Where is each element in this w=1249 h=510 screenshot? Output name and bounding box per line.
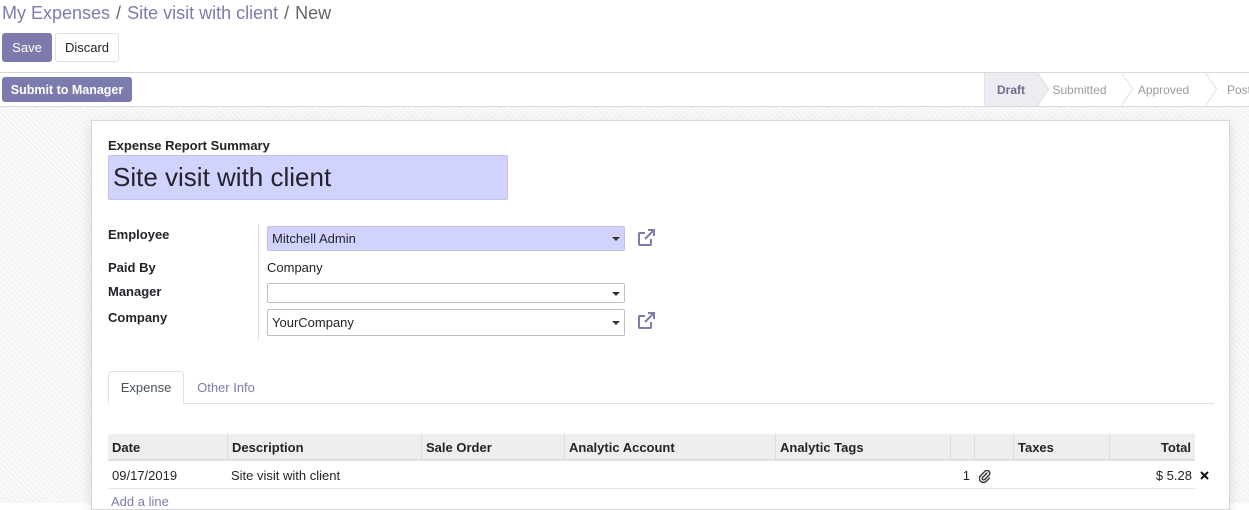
form-statusbar: Submit to Manager Draft Submitted Approv… — [0, 73, 1249, 107]
column-header-taxes[interactable]: Taxes — [1013, 434, 1109, 461]
add-a-line-link[interactable]: Add a line — [111, 494, 169, 509]
expense-table-header: Date Description Sale Order Analytic Acc… — [108, 434, 1195, 461]
breadcrumb-my-expenses[interactable]: My Expenses — [2, 3, 110, 23]
company-select[interactable]: YourCompany — [267, 309, 625, 336]
breadcrumb-separator: / — [284, 3, 290, 23]
breadcrumb: My Expenses / Site visit with client / New — [2, 3, 331, 23]
column-header-sale-order[interactable]: Sale Order — [421, 434, 564, 461]
caret-down-icon — [612, 321, 620, 325]
caret-down-icon — [612, 237, 620, 241]
status-step-submitted[interactable]: Submitted — [1037, 73, 1133, 106]
external-link-icon[interactable] — [636, 228, 656, 248]
close-icon[interactable] — [1200, 471, 1209, 480]
breadcrumb-report[interactable]: Site visit with client — [127, 3, 278, 23]
employee-value: Mitchell Admin — [272, 231, 356, 246]
company-value: YourCompany — [272, 315, 354, 330]
column-header-quantity[interactable] — [950, 434, 974, 461]
save-button[interactable]: Save — [2, 33, 52, 62]
status-step-label: Submitted — [1052, 82, 1107, 97]
table-row[interactable]: 09/17/2019 Site visit with client 1 $ 5.… — [108, 463, 1195, 489]
status-step-draft[interactable]: Draft — [984, 73, 1049, 106]
column-header-analytic-tags[interactable]: Analytic Tags — [775, 434, 950, 461]
column-header-description[interactable]: Description — [227, 434, 421, 461]
employee-label: Employee — [108, 227, 170, 242]
manager-select[interactable] — [267, 283, 625, 303]
employee-select[interactable]: Mitchell Admin — [267, 226, 625, 251]
tab-expense[interactable]: Expense — [108, 371, 184, 404]
paperclip-icon[interactable] — [979, 470, 991, 483]
external-link-icon[interactable] — [636, 311, 656, 331]
manager-label: Manager — [108, 284, 162, 299]
tab-other-info[interactable]: Other Info — [186, 371, 266, 404]
column-header-attachment[interactable] — [974, 434, 1013, 461]
caret-down-icon — [612, 292, 620, 296]
row-description[interactable]: Site visit with client — [231, 463, 340, 489]
row-quantity[interactable]: 1 — [950, 463, 970, 489]
breadcrumb-separator: / — [116, 3, 122, 23]
status-step-label: Draft — [996, 82, 1025, 97]
discard-button[interactable]: Discard — [55, 33, 119, 62]
status-step-label: Approved — [1137, 82, 1190, 97]
row-date[interactable]: 09/17/2019 — [112, 463, 177, 489]
paid-by-value: Company — [267, 260, 323, 275]
expense-report-summary-input[interactable]: Site visit with client — [108, 155, 508, 200]
company-label: Company — [108, 310, 168, 325]
summary-label: Expense Report Summary — [108, 138, 270, 153]
column-header-date[interactable]: Date — [108, 434, 227, 461]
column-header-total[interactable]: Total — [1109, 434, 1195, 461]
breadcrumb-current: New — [295, 3, 332, 23]
column-header-analytic-account[interactable]: Analytic Account — [564, 434, 775, 461]
paid-by-label: Paid By — [108, 260, 156, 275]
submit-to-manager-button[interactable]: Submit to Manager — [2, 77, 132, 102]
row-total: $ 5.28 — [1155, 468, 1192, 483]
tabs-border — [108, 403, 1214, 404]
status-step-label: Post — [1227, 82, 1249, 97]
status-steps: Draft Submitted Approved Post — [984, 73, 1249, 106]
field-group-divider — [258, 224, 259, 341]
status-step-approved[interactable]: Approved — [1121, 73, 1217, 106]
